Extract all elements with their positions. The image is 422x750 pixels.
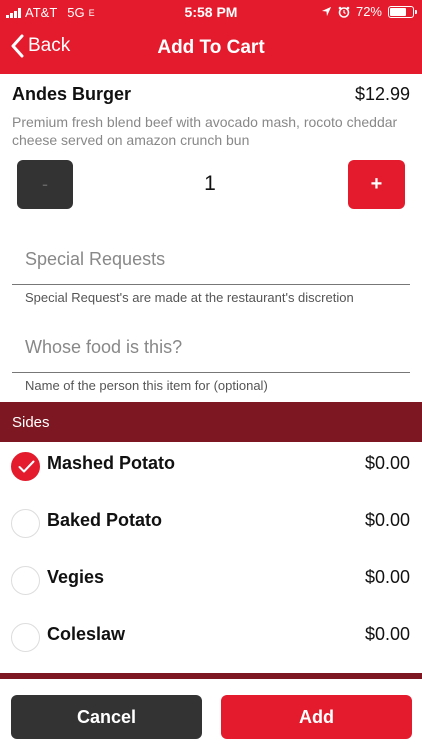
- app-header: AT&T 5G E 5:58 PM 72% Back Add To Cart: [0, 0, 422, 74]
- sides-section-header: Sides: [0, 402, 422, 442]
- side-option-coleslaw[interactable]: Coleslaw $0.00: [0, 611, 422, 667]
- cancel-button[interactable]: Cancel: [11, 695, 202, 739]
- side-option-label: Coleslaw: [47, 624, 126, 644]
- quantity-value: 1: [204, 172, 216, 195]
- action-footer: Cancel Add: [0, 679, 422, 750]
- increase-quantity-button[interactable]: +: [348, 160, 405, 209]
- alarm-icon: [338, 6, 350, 18]
- item-name: Andes Burger: [12, 84, 132, 104]
- special-requests-input[interactable]: Special Requests: [12, 235, 410, 285]
- side-option-label: Vegies: [47, 567, 105, 587]
- side-option-label: Mashed Potato: [47, 453, 176, 473]
- side-option-price: $0.00: [364, 510, 410, 530]
- side-option-price: $0.00: [364, 567, 410, 587]
- item-header: Andes Burger $12.99: [12, 84, 410, 105]
- whose-food-input[interactable]: Whose food is this?: [12, 323, 410, 373]
- special-requests-hint: Special Request's are made at the restau…: [25, 290, 354, 305]
- radio-unchecked-icon[interactable]: [11, 623, 40, 652]
- radio-unchecked-icon[interactable]: [11, 509, 40, 538]
- add-button[interactable]: Add: [221, 695, 412, 739]
- special-requests-field: Special Requests Special Request's are m…: [12, 235, 410, 305]
- side-option-mashed-potato[interactable]: Mashed Potato $0.00: [0, 440, 422, 496]
- side-option-price: $0.00: [364, 453, 410, 473]
- checkmark-icon: [18, 460, 35, 473]
- battery-icon: [388, 5, 417, 18]
- status-bar: AT&T 5G E 5:58 PM 72%: [0, 0, 422, 24]
- whose-food-hint: Name of the person this item for (option…: [25, 378, 268, 393]
- side-option-vegies[interactable]: Vegies $0.00: [0, 554, 422, 610]
- page-title: Add To Cart: [157, 37, 265, 58]
- item-price: $12.99: [354, 84, 410, 104]
- radio-unchecked-icon[interactable]: [11, 566, 40, 595]
- radio-checked-icon[interactable]: [11, 452, 40, 481]
- location-icon: [321, 6, 332, 17]
- side-option-baked-potato[interactable]: Baked Potato $0.00: [0, 497, 422, 553]
- decrease-quantity-button[interactable]: -: [17, 160, 73, 209]
- whose-food-field: Whose food is this? Name of the person t…: [12, 323, 410, 393]
- side-option-price: $0.00: [364, 624, 410, 644]
- nav-bar: Back Add To Cart: [0, 24, 422, 74]
- item-description: Premium fresh blend beef with avocado ma…: [12, 114, 398, 148]
- side-option-label: Baked Potato: [47, 510, 163, 530]
- battery-percent: 72%: [355, 4, 382, 19]
